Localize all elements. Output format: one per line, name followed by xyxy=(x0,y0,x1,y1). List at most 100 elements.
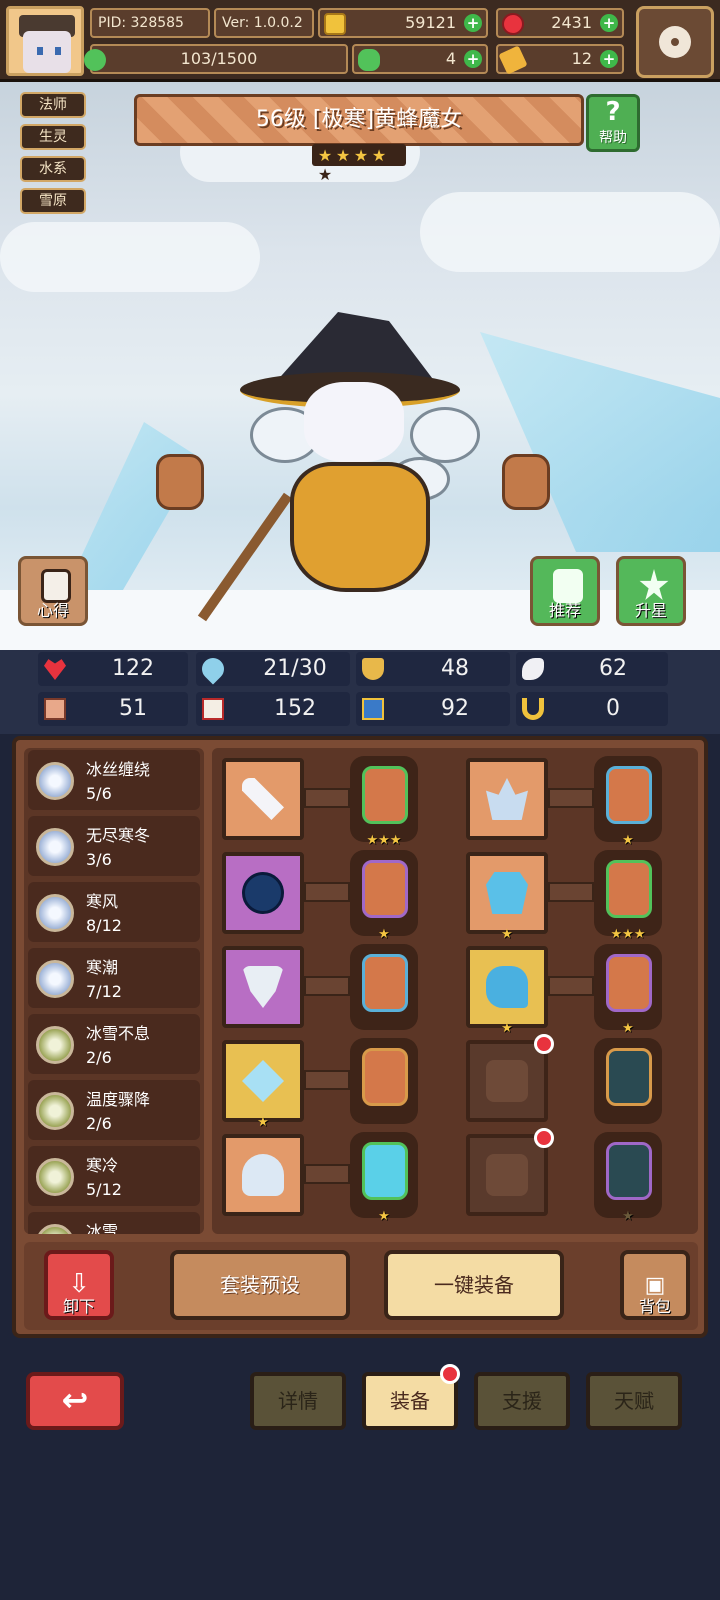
ice-armor-icon xyxy=(486,872,528,914)
set-item[interactable]: 无尽寒冬 3/6 xyxy=(28,816,200,876)
experience-button[interactable]: 心得 xyxy=(18,556,88,626)
rune-socket[interactable]: ★ xyxy=(594,756,662,848)
stat-value: 92 xyxy=(441,696,469,721)
clover-value: 4 xyxy=(445,49,456,68)
tab-talent[interactable]: 天赋 xyxy=(586,1372,682,1430)
set-item[interactable]: 冰雪不息 2/6 xyxy=(28,1014,200,1074)
helmet-slot[interactable] xyxy=(222,1134,304,1216)
rune-socket[interactable]: ★ xyxy=(594,944,662,1036)
dark-orb-icon xyxy=(242,872,284,914)
set-name: 寒冷 xyxy=(86,1156,119,1175)
key-counter: 12 + xyxy=(496,44,624,75)
top-bar: PID: 328585 Ver: 1.0.0.2 59121 + 2431 + … xyxy=(0,0,720,82)
unload-button[interactable]: ⇩ 卸下 xyxy=(44,1250,114,1320)
belt-slot-empty[interactable] xyxy=(466,1040,548,1122)
recommend-button[interactable]: 推荐 xyxy=(530,556,600,626)
star-icon: ★ xyxy=(317,146,333,165)
rune-socket[interactable] xyxy=(350,944,418,1030)
rune-socket-empty[interactable]: ★ xyxy=(594,1132,662,1224)
rune-socket[interactable] xyxy=(350,1038,418,1124)
bag-label: 背包 xyxy=(638,1297,671,1316)
rune-stars: ★ xyxy=(622,1021,634,1036)
set-item[interactable]: 冰丝缠绕 5/6 xyxy=(28,750,200,810)
staff xyxy=(197,492,293,622)
rune-socket[interactable]: ★ xyxy=(350,1132,418,1224)
set-item[interactable]: 冰雪 xyxy=(28,1212,200,1234)
tab-support[interactable]: 支援 xyxy=(474,1372,570,1430)
rune-stars: ★ xyxy=(378,1209,390,1224)
set-name: 寒潮 xyxy=(86,958,119,977)
race-tag[interactable]: 生灵 xyxy=(20,124,86,150)
stat-value: 21/30 xyxy=(263,656,327,681)
crystal-slot[interactable]: ★ xyxy=(222,1040,304,1130)
horseshoe-icon xyxy=(522,698,544,720)
boot-icon xyxy=(362,698,384,720)
add-key-button[interactable]: + xyxy=(600,50,618,68)
rune-socket[interactable]: ★★★ xyxy=(350,756,418,848)
heart-icon xyxy=(44,659,66,680)
rune-socket-empty[interactable] xyxy=(594,1038,662,1124)
set-bonus-list[interactable]: 冰丝缠绕 5/6 无尽寒冬 3/6 寒风 8/12 寒潮 7/12 冰雪不息 2/6 温度… xyxy=(24,748,204,1234)
armor-slot[interactable]: ★ xyxy=(466,852,548,942)
rune-socket[interactable]: ★★★ xyxy=(594,850,662,942)
set-count: 3/6 xyxy=(86,850,112,869)
set-item[interactable]: 寒潮 7/12 xyxy=(28,948,200,1008)
one-click-equip-button[interactable]: 一键装备 xyxy=(384,1250,564,1320)
hero-character[interactable] xyxy=(197,312,490,632)
set-preset-button[interactable]: 套装预设 xyxy=(170,1250,350,1320)
avatar-eye xyxy=(37,47,43,55)
tab-details[interactable]: 详情 xyxy=(250,1372,346,1430)
set-name: 寒风 xyxy=(86,892,119,911)
terrain-tag[interactable]: 雪原 xyxy=(20,188,86,214)
hero-title-banner: 56级 [极寒]黄蜂魔女 xyxy=(134,94,584,146)
gem-value: 2431 xyxy=(551,13,592,32)
hero-head xyxy=(304,382,404,462)
crystal-stars: ★ xyxy=(257,1115,269,1130)
set-item[interactable]: 寒冷 5/12 xyxy=(28,1146,200,1206)
drop-icon xyxy=(197,653,229,685)
empty-rune-icon xyxy=(606,1142,652,1200)
equipment-actions: ⇩ 卸下 套装预设 一键装备 ▣ 背包 xyxy=(24,1242,698,1330)
boots-slot-empty[interactable] xyxy=(466,1134,548,1216)
set-count: 5/6 xyxy=(86,784,112,803)
notification-dot xyxy=(534,1128,554,1148)
stat-hp: 122 xyxy=(38,652,188,686)
player-avatar[interactable] xyxy=(6,6,84,76)
crown-slot[interactable] xyxy=(466,758,548,840)
gloves-slot[interactable]: ★ xyxy=(466,946,548,1036)
rune-gem-icon xyxy=(362,766,408,824)
set-count: 2/6 xyxy=(86,1114,112,1133)
orb-slot[interactable] xyxy=(222,852,304,934)
star-up-button[interactable]: 升星 xyxy=(616,556,686,626)
stat-value: 48 xyxy=(441,656,469,681)
add-clover-button[interactable]: + xyxy=(464,50,482,68)
weapon-slot[interactable] xyxy=(222,758,304,840)
bag-button[interactable]: ▣ 背包 xyxy=(620,1250,690,1320)
clover-counter: 4 + xyxy=(352,44,488,74)
key-value: 12 xyxy=(571,49,592,68)
settings-button[interactable] xyxy=(636,6,714,78)
ice-helmet-icon xyxy=(242,1154,284,1196)
stat-value: 0 xyxy=(606,696,620,721)
stat-magic: 152 xyxy=(196,692,350,726)
exp-value: 103/1500 xyxy=(180,49,258,68)
rune-gem-icon xyxy=(362,1048,408,1106)
clover-exp-icon xyxy=(84,49,106,71)
add-gem-button[interactable]: + xyxy=(600,14,618,32)
help-button[interactable]: ? 帮助 xyxy=(586,94,640,152)
chain-link xyxy=(304,882,350,902)
chain-link xyxy=(304,976,350,996)
back-button[interactable]: ↩ xyxy=(26,1372,124,1430)
stat-agility: 92 xyxy=(356,692,510,726)
stat-value: 62 xyxy=(599,656,627,681)
rune-socket[interactable]: ★ xyxy=(350,850,418,942)
gem-counter: 2431 + xyxy=(496,8,624,38)
gold-coin-icon xyxy=(324,13,346,35)
set-item[interactable]: 温度骤降 2/6 xyxy=(28,1080,200,1140)
necklace-slot[interactable] xyxy=(222,946,304,1028)
class-tag[interactable]: 法师 xyxy=(20,92,86,118)
add-gold-button[interactable]: + xyxy=(464,14,482,32)
set-item[interactable]: 寒风 8/12 xyxy=(28,882,200,942)
element-tag[interactable]: 水系 xyxy=(20,156,86,182)
rune-left-icon xyxy=(156,454,204,510)
